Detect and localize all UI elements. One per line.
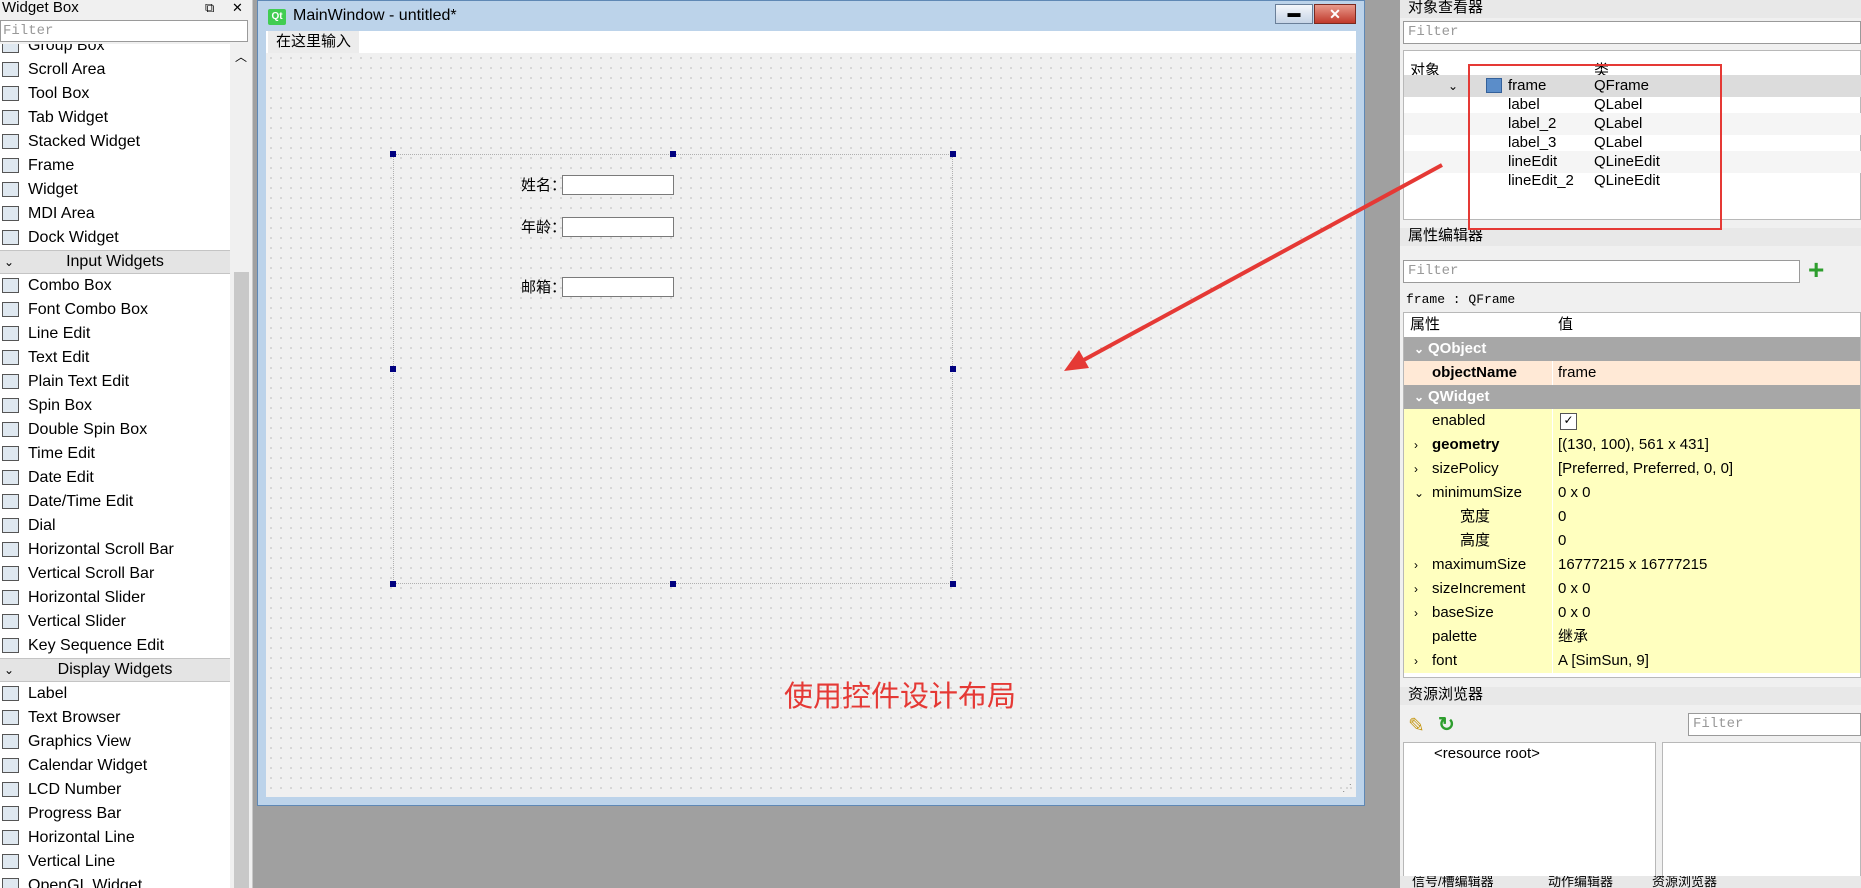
annotation-arrow — [1064, 163, 1443, 371]
